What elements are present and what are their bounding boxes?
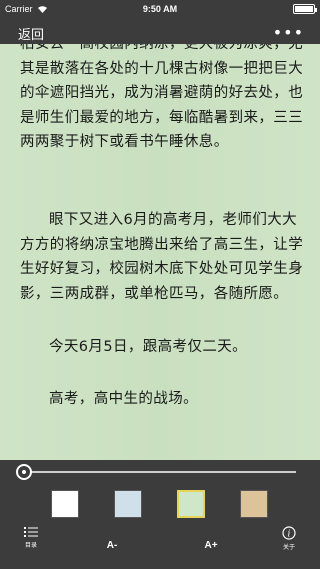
font-smaller-button[interactable]: A- — [92, 538, 132, 554]
reading-area[interactable]: 柏安去一高校园内纳凉，更大被为凉爽，尤其是散落在各处的十几棵古树像一把把巨大的伞… — [0, 44, 320, 460]
status-bar: Carrier 9:50 AM — [0, 0, 320, 20]
font-larger-label: A+ — [204, 540, 218, 551]
status-time: 9:50 AM — [142, 4, 178, 14]
toc-button[interactable]: 目录 — [11, 526, 51, 549]
font-smaller-label: A- — [106, 540, 118, 551]
battery-area — [293, 4, 317, 14]
text-paragraph: 柏安去一高校园内纳凉，更大被为凉爽，尤其是散落在各处的十几棵古树像一把把巨大的伞… — [20, 44, 304, 150]
progress-slider-track[interactable] — [24, 471, 296, 473]
theme-swatch-tan[interactable] — [240, 490, 268, 518]
nav-bar: 返回 ••• — [0, 20, 320, 44]
toc-label: 目录 — [24, 543, 37, 549]
battery-icon — [293, 4, 317, 14]
progress-slider-thumb[interactable] — [16, 464, 32, 480]
back-button[interactable]: 返回 — [18, 24, 44, 43]
about-label: 关于 — [282, 545, 295, 551]
theme-swatch-green[interactable] — [177, 490, 205, 518]
info-icon: i — [282, 526, 296, 540]
about-button[interactable]: i 关于 — [269, 526, 309, 551]
text-paragraph: 今天6月5日，跟高考仅二天。 — [49, 339, 248, 355]
theme-swatch-blue[interactable] — [114, 490, 142, 518]
svg-text:i: i — [288, 530, 291, 540]
control-panel: 目录 A- A+ i 关于 — [0, 460, 320, 569]
text-paragraph: 眼下又进入6月的高考月，老师们大大方方的将纳凉宝地腾出来给了高三生，让学生好好复… — [20, 212, 304, 302]
theme-swatch-white[interactable] — [51, 490, 79, 518]
text-paragraph: 高考，高中生的战场。 — [49, 391, 198, 407]
list-icon — [24, 527, 38, 537]
font-larger-button[interactable]: A+ — [191, 538, 231, 554]
more-options-button[interactable]: ••• — [273, 23, 304, 42]
